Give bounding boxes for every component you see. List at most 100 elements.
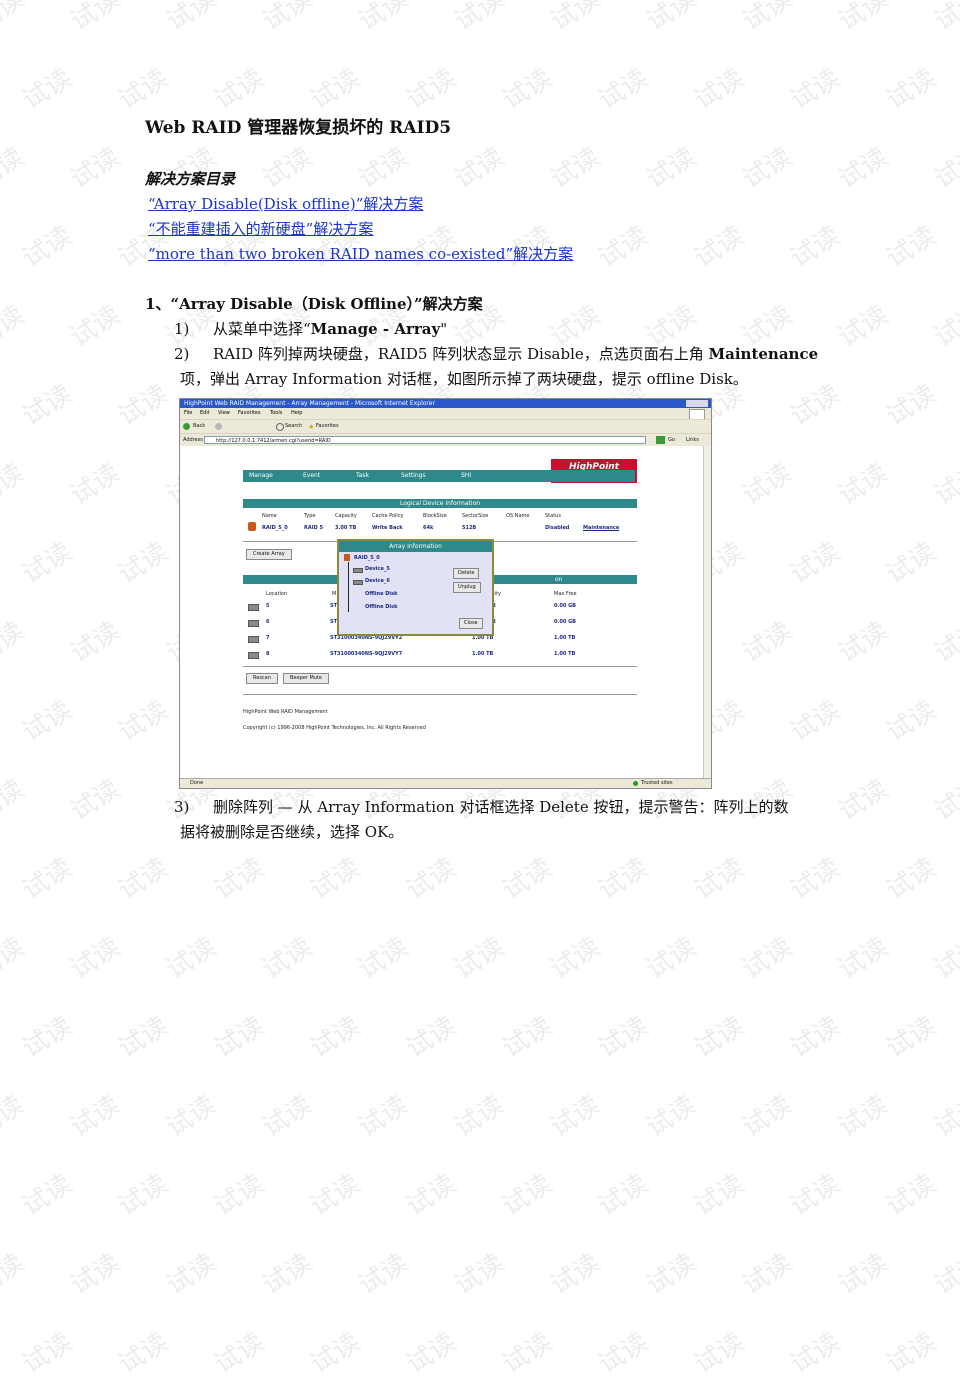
watermark-text: 试读 [833, 616, 894, 670]
step2-line1-text: RAID 阵列掉两块硬盘，RAID5 阵列状态显示 Disable，点选页面右上… [213, 345, 709, 363]
watermark-text: 试读 [17, 695, 78, 749]
watermark-text: 试读 [689, 221, 750, 275]
beeper-mute-button[interactable]: Beeper Mute [283, 673, 329, 684]
nav-task[interactable]: Task [356, 470, 369, 482]
tree-line [348, 562, 349, 612]
create-array-button[interactable]: Create Array [246, 549, 292, 560]
menu-help[interactable]: Help [291, 408, 302, 419]
menu-file[interactable]: File [184, 408, 192, 419]
watermark-text: 试读 [881, 63, 942, 117]
watermark-text: 试读 [0, 932, 30, 986]
tree-offline-disk[interactable]: Offline Disk [365, 604, 397, 611]
watermark-text: 试读 [113, 537, 174, 591]
watermark-text: 试读 [641, 0, 702, 38]
links-label[interactable]: Links [686, 434, 699, 446]
favorites-label[interactable]: Favorites [316, 420, 339, 433]
watermark-text: 试读 [593, 63, 654, 117]
search-label[interactable]: Search [285, 420, 302, 433]
watermark-text: 试读 [881, 1011, 942, 1065]
tree-device[interactable]: Device_5 [365, 566, 390, 573]
watermark-text: 试读 [17, 853, 78, 907]
watermark-text: 试读 [0, 458, 30, 512]
disk-capacity: 1.00 TB [472, 651, 494, 657]
tree-device[interactable]: Device_6 [365, 578, 390, 585]
disk-max-free: 1.00 TB [554, 635, 576, 641]
watermark-text: 试读 [833, 774, 894, 828]
watermark-text: 试读 [401, 853, 462, 907]
disk-model: ST31000340NS-9QJ29VY7 [330, 651, 403, 657]
menu-edit[interactable]: Edit [200, 408, 210, 419]
back-label[interactable]: Back [193, 420, 205, 433]
address-input[interactable]: http://127.0.0.1:7412/armen.cgi?userid=R… [204, 436, 646, 444]
search-icon[interactable] [276, 423, 284, 431]
watermark-text: 试读 [449, 932, 510, 986]
nav-settings[interactable]: Settings [401, 470, 426, 482]
watermark-text: 试读 [593, 853, 654, 907]
watermark-text: 试读 [785, 1011, 846, 1065]
disk-model: ST [330, 603, 338, 609]
back-arrow-icon[interactable] [183, 423, 190, 430]
tree-array[interactable]: RAID_5_0 [354, 555, 380, 562]
window-controls-icon[interactable] [686, 400, 708, 407]
col-capacity: Capacity [335, 513, 357, 519]
ie-addressbar: Address http://127.0.0.1:7412/armen.cgi?… [180, 433, 711, 446]
watermark-text: 试读 [641, 142, 702, 196]
watermark-text: 试读 [401, 63, 462, 117]
step1-suffix: " [440, 320, 448, 338]
watermark-text: 试读 [689, 1011, 750, 1065]
ie-titlebar: HighPoint Web RAID Management - Array Ma… [180, 399, 711, 408]
section-heading: 1、“Array Disable（Disk Offline）”解决方案 [145, 295, 483, 313]
step3-line2: 据将被删除是否继续，选择 OK。 [180, 823, 404, 841]
go-label[interactable]: Go [668, 434, 675, 446]
array-capacity: 3.00 TB [335, 525, 357, 531]
dialog-title: Array Information [339, 541, 492, 552]
go-arrow-icon[interactable] [656, 436, 665, 444]
rescan-button[interactable]: Rescan [246, 673, 278, 684]
toc-link-1[interactable]: “Array Disable(Disk offline)”解决方案 [148, 194, 423, 214]
forward-arrow-icon[interactable] [215, 423, 222, 430]
watermark-text: 试读 [353, 1090, 414, 1144]
nav-shi[interactable]: SHI [461, 470, 471, 482]
tree-offline-disk[interactable]: Offline Disk [365, 591, 397, 598]
disk-icon [248, 620, 259, 627]
watermark-text: 试读 [17, 63, 78, 117]
favorites-star-icon[interactable]: ★ [308, 423, 314, 431]
watermark-text: 试读 [401, 1169, 462, 1223]
watermark-text: 试读 [305, 63, 366, 117]
watermark-text: 试读 [545, 142, 606, 196]
watermark-text: 试读 [17, 537, 78, 591]
disk-model: ST31000340NS-9QJ29VY2 [330, 635, 403, 641]
menu-favorites[interactable]: Favorites [238, 408, 261, 419]
nav-manage[interactable]: Manage [249, 470, 273, 482]
maintenance-link[interactable]: Maintenance [583, 525, 619, 532]
col-blocksize: BlockSize [423, 513, 447, 519]
step1-text: 从菜单中选择“Manage - Array" [213, 319, 447, 339]
nav-event[interactable]: Event [303, 470, 320, 482]
ie-scrollbar[interactable] [703, 446, 711, 778]
menu-tools[interactable]: Tools [270, 408, 282, 419]
watermark-text: 试读 [305, 1327, 366, 1381]
webraid-nav: Manage Event Task Settings SHI [243, 470, 635, 482]
doc-title: Web RAID 管理器恢复损坏的 RAID5 [145, 118, 452, 138]
trusted-check-icon [633, 781, 638, 786]
disk-location: 7 [266, 635, 270, 641]
unplug-button[interactable]: Unplug [453, 582, 481, 593]
array-name[interactable]: RAID_5_0 [262, 525, 288, 532]
watermark-text: 试读 [593, 221, 654, 275]
watermark-text: 试读 [737, 458, 798, 512]
watermark-text: 试读 [929, 458, 960, 512]
watermark-text: 试读 [929, 0, 960, 38]
watermark-text: 试读 [209, 853, 270, 907]
watermark-text: 试读 [113, 853, 174, 907]
col-os-name: OS Name [506, 513, 530, 519]
watermark-text: 试读 [929, 616, 960, 670]
delete-button[interactable]: Delete [453, 568, 480, 579]
step3-number: 3) [174, 798, 190, 816]
watermark-text: 试读 [881, 1327, 942, 1381]
close-button[interactable]: Close [459, 618, 483, 629]
disk-icon [353, 580, 363, 585]
toc-link-3[interactable]: “more than two broken RAID names co-exis… [148, 244, 573, 264]
toc-link-2[interactable]: “不能重建插入的新硬盘”解决方案 [148, 219, 373, 239]
watermark-text: 试读 [785, 379, 846, 433]
menu-view[interactable]: View [218, 408, 230, 419]
